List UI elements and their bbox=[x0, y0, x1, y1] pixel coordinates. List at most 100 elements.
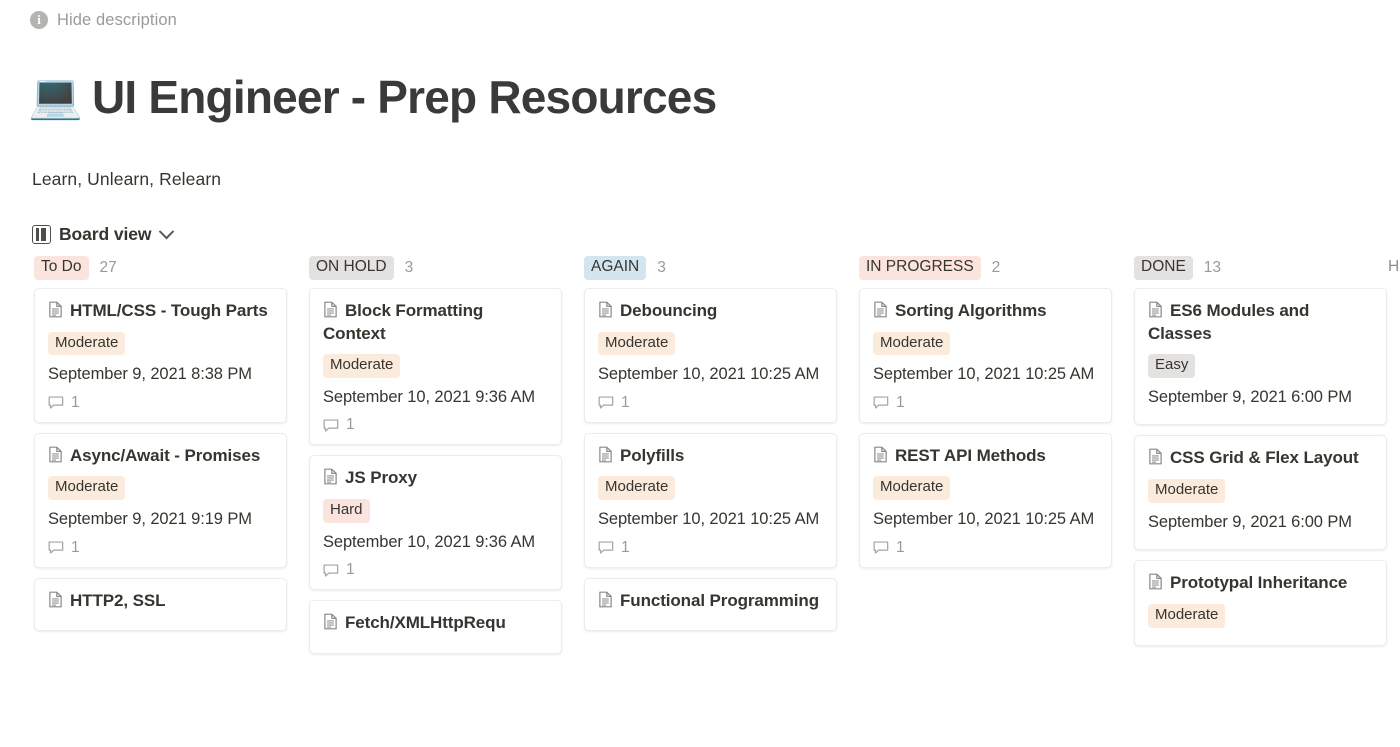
board-card[interactable]: DebouncingModerateSeptember 10, 2021 10:… bbox=[584, 288, 837, 423]
difficulty-tag: Moderate bbox=[873, 332, 950, 356]
card-comment-count[interactable]: 1 bbox=[873, 538, 1098, 558]
card-title-text: ES6 Modules and Classes bbox=[1148, 301, 1309, 343]
card-date: September 10, 2021 10:25 AM bbox=[598, 508, 823, 531]
document-icon bbox=[323, 301, 338, 318]
board-card[interactable]: Sorting AlgorithmsModerateSeptember 10, … bbox=[859, 288, 1112, 423]
difficulty-tag: Moderate bbox=[48, 476, 125, 500]
page-title-row: 💻 UI Engineer - Prep Resources bbox=[0, 26, 1400, 152]
card-title: HTTP2, SSL bbox=[48, 590, 273, 613]
comment-bubble-icon bbox=[873, 540, 889, 555]
comment-count-value: 1 bbox=[621, 394, 630, 412]
card-comment-count[interactable]: 1 bbox=[598, 393, 823, 413]
card-title: Prototypal Inheritance bbox=[1148, 572, 1373, 595]
column-title-tag: AGAIN bbox=[584, 256, 646, 280]
column-header[interactable]: IN PROGRESS2 bbox=[848, 248, 1123, 288]
view-switcher[interactable]: Board view bbox=[0, 190, 1400, 245]
comment-bubble-icon bbox=[598, 540, 614, 555]
board-card[interactable]: HTML/CSS - Tough PartsModerateSeptember … bbox=[34, 288, 287, 423]
comment-count-value: 1 bbox=[346, 416, 355, 434]
column-header[interactable]: ON HOLD3 bbox=[298, 248, 573, 288]
column-card-list: Debouncing Moderate September 10, 2021 10:… bbox=[573, 288, 848, 631]
comment-bubble-icon bbox=[48, 395, 64, 410]
card-title: Sorting Algorithms bbox=[873, 300, 1098, 323]
difficulty-tag: Moderate bbox=[48, 332, 125, 356]
card-date: September 10, 2021 9:36 AM bbox=[323, 531, 548, 554]
board-column: ON HOLD3Block Formatting ContextModerate… bbox=[298, 248, 573, 747]
column-header[interactable]: DONE13 bbox=[1123, 248, 1398, 288]
column-header[interactable]: AGAIN3 bbox=[573, 248, 848, 288]
difficulty-tag: Moderate bbox=[1148, 479, 1225, 503]
board-column: DONE13 ES6 Modules and Classes Easy Septemb… bbox=[1123, 248, 1398, 747]
column-header[interactable]: To Do 27 bbox=[23, 248, 298, 288]
board-column: IN PROGRESS2 Sorting Algorithms Moderate Se… bbox=[848, 248, 1123, 747]
card-title-text: CSS Grid & Flex Layout bbox=[1170, 448, 1359, 467]
document-icon bbox=[48, 591, 63, 608]
comment-count-value: 1 bbox=[71, 539, 80, 557]
card-comment-count[interactable]: 1 bbox=[873, 393, 1098, 413]
board-card[interactable]: ES6 Modules and ClassesEasySeptember 9, … bbox=[1134, 288, 1387, 425]
document-icon bbox=[48, 301, 63, 318]
column-card-list: ES6 Modules and Classes Easy September 9, … bbox=[1123, 288, 1398, 646]
column-card-count: 2 bbox=[992, 259, 1001, 277]
next-column-partial-label: H bbox=[1388, 258, 1399, 276]
kanban-board: To Do 27 HTML/CSS - Tough Parts Moderate Sep… bbox=[0, 248, 1400, 747]
card-title: HTML/CSS - Tough Parts bbox=[48, 300, 273, 323]
card-title-text: Polyfills bbox=[620, 446, 684, 465]
hide-description-row[interactable]: i Hide description bbox=[0, 0, 1400, 26]
comment-count-value: 1 bbox=[896, 539, 905, 557]
page-subtitle: Learn, Unlearn, Relearn bbox=[0, 152, 1400, 190]
card-title: Block Formatting Context bbox=[323, 300, 548, 345]
chevron-down-icon[interactable] bbox=[159, 224, 175, 240]
board-card[interactable]: Fetch/XMLHttpRequ bbox=[309, 600, 562, 654]
difficulty-tag: Moderate bbox=[598, 332, 675, 356]
board-card[interactable]: Async/Await - PromisesModerateSeptember … bbox=[34, 433, 287, 568]
card-title-text: Functional Programming bbox=[620, 591, 819, 610]
laptop-emoji-icon[interactable]: 💻 bbox=[28, 75, 78, 119]
view-switcher-label: Board view bbox=[59, 224, 151, 245]
column-card-list: HTML/CSS - Tough PartsModerateSeptember … bbox=[23, 288, 298, 631]
card-comment-count[interactable]: 1 bbox=[323, 560, 548, 580]
board-card[interactable]: CSS Grid & Flex Layout Moderate September … bbox=[1134, 435, 1387, 550]
board-card[interactable]: JS ProxyHardSeptember 10, 2021 9:36 AM1 bbox=[309, 455, 562, 590]
comment-bubble-icon bbox=[323, 418, 339, 433]
info-icon: i bbox=[30, 11, 48, 29]
comment-bubble-icon bbox=[323, 563, 339, 578]
column-title-tag: To Do bbox=[34, 256, 89, 280]
difficulty-tag: Easy bbox=[1148, 354, 1195, 378]
difficulty-tag: Moderate bbox=[598, 476, 675, 500]
board-column: AGAIN3 Debouncing Moderate September 10, 20… bbox=[573, 248, 848, 747]
board-card[interactable]: Block Formatting ContextModerateSeptembe… bbox=[309, 288, 562, 445]
board-column: To Do27HTML/CSS - Tough PartsModerateSep… bbox=[23, 248, 298, 747]
card-title: ES6 Modules and Classes bbox=[1148, 300, 1373, 345]
card-title: REST API Methods bbox=[873, 445, 1098, 468]
hide-description-label: Hide description bbox=[57, 11, 177, 30]
comment-count-value: 1 bbox=[621, 539, 630, 557]
card-comment-count[interactable]: 1 bbox=[48, 538, 273, 558]
card-title-text: JS Proxy bbox=[345, 468, 417, 487]
column-title-tag: ON HOLD bbox=[309, 256, 394, 280]
column-card-count: 27 bbox=[100, 259, 117, 277]
card-title-text: Async/Await - Promises bbox=[70, 446, 260, 465]
card-title: Fetch/XMLHttpRequ bbox=[323, 612, 548, 635]
card-title-text: Prototypal Inheritance bbox=[1170, 573, 1347, 592]
card-comment-count[interactable]: 1 bbox=[598, 538, 823, 558]
board-card[interactable]: Polyfills Moderate September 10, 2021 10:2… bbox=[584, 433, 837, 568]
board-page: i Hide description 💻 UI Engineer - Prep … bbox=[0, 0, 1400, 747]
document-icon bbox=[873, 446, 888, 463]
card-date: September 10, 2021 10:25 AM bbox=[873, 508, 1098, 531]
card-comment-count[interactable]: 1 bbox=[48, 393, 273, 413]
column-title-tag: DONE bbox=[1134, 256, 1193, 280]
card-title-text: Debouncing bbox=[620, 301, 717, 320]
board-card[interactable]: REST API Methods Moderate September 10, 20… bbox=[859, 433, 1112, 568]
card-date: September 9, 2021 6:00 PM bbox=[1148, 511, 1373, 534]
document-icon bbox=[323, 613, 338, 630]
card-comment-count[interactable]: 1 bbox=[323, 415, 548, 435]
document-icon bbox=[1148, 573, 1163, 590]
page-title[interactable]: UI Engineer - Prep Resources bbox=[92, 73, 716, 122]
board-view-icon bbox=[32, 225, 51, 244]
board-card[interactable]: Prototypal InheritanceModerate bbox=[1134, 560, 1387, 645]
card-title-text: HTTP2, SSL bbox=[70, 591, 165, 610]
difficulty-tag: Moderate bbox=[873, 476, 950, 500]
board-card[interactable]: Functional Programming bbox=[584, 578, 837, 632]
board-card[interactable]: HTTP2, SSL bbox=[34, 578, 287, 632]
